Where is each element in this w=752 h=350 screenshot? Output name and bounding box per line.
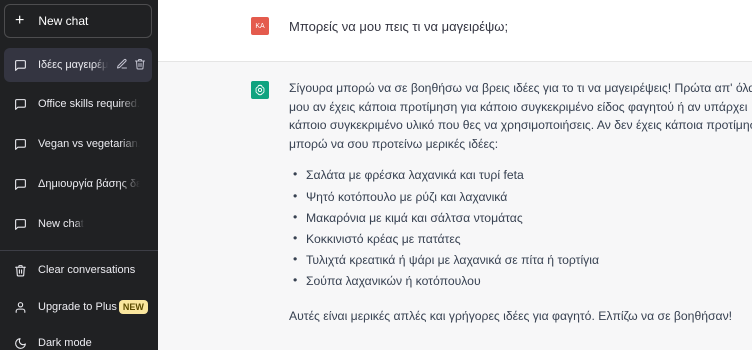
conversation-label: New chat <box>38 218 84 230</box>
conversation-item[interactable]: New chat <box>4 207 152 241</box>
clear-conversations-label: Clear conversations <box>38 264 136 276</box>
plus-icon: + <box>15 12 25 29</box>
moon-icon <box>14 336 28 350</box>
user-message: Μπορείς να μου πεις τι να μαγειρέψω; <box>289 19 509 34</box>
trash-icon[interactable] <box>134 58 146 70</box>
new-chat-button[interactable]: + New chat <box>4 4 152 38</box>
chat-bubble-icon <box>14 58 28 72</box>
assistant-paragraph-line: Σίγουρα μπορώ να σε βοηθήσω να βρεις ιδέ… <box>289 81 752 95</box>
new-chat-label: New chat <box>38 14 89 28</box>
assistant-message-row: Σίγουρα μπορώ να σε βοηθήσω να βρεις ιδέ… <box>158 62 752 350</box>
new-badge: NEW <box>118 300 148 314</box>
conversation-item-active[interactable]: Ιδέες μαγειρέμ <box>4 48 152 82</box>
upgrade-to-plus-button[interactable]: Upgrade to Plus NEW <box>4 292 152 322</box>
list-item: Σούπα λαχανικών ή κοτόπουλου <box>289 270 752 292</box>
conversation-label: Ιδέες μαγειρέμ <box>38 59 108 71</box>
chat-bubble-icon <box>14 177 28 191</box>
assistant-message: Σίγουρα μπορώ να σε βοηθήσω να βρεις ιδέ… <box>289 79 752 325</box>
chat-bubble-icon <box>14 97 28 111</box>
user-avatar: KA <box>251 17 269 35</box>
chat-bubble-icon <box>14 137 28 151</box>
idea-list: Σαλάτα με φρέσκα λαχανικά και τυρί feta … <box>289 164 752 292</box>
list-item: Τυλιχτά κρεατικά ή ψάρι με λαχανικά σε π… <box>289 249 752 271</box>
assistant-paragraph-line: μου αν έχεις κάποια προτίμηση για κάποιο… <box>289 99 748 114</box>
pencil-icon[interactable] <box>116 58 128 70</box>
sidebar: + New chat Ιδέες μαγειρέμ Office skills … <box>0 0 158 350</box>
dark-mode-label: Dark mode <box>38 337 92 349</box>
list-item: Κοκκινιστό κρέας με πατάτες <box>289 228 752 250</box>
conversation-label: Vegan vs vegetarian. <box>38 138 140 150</box>
chat-bubble-icon <box>14 217 28 231</box>
upgrade-label: Upgrade to Plus <box>38 301 117 313</box>
trash-icon <box>14 263 28 277</box>
clear-conversations-button[interactable]: Clear conversations <box>4 255 152 285</box>
assistant-closing: Αυτές είναι μερικές απλές και γρήγορες ι… <box>289 308 733 323</box>
conversation-item[interactable]: Vegan vs vegetarian. <box>4 127 152 161</box>
list-item: Μακαρόνια με κιμά και σάλτσα ντομάτας <box>289 207 752 229</box>
conversation-item[interactable]: Δημιουργία βάσης δε <box>4 167 152 201</box>
sidebar-divider <box>0 250 158 251</box>
conversation-label: Δημιουργία βάσης δε <box>38 178 140 190</box>
conversation-actions <box>116 58 146 70</box>
conversation-label: Office skills required. <box>38 98 140 110</box>
assistant-paragraph-line: κάποιο συγκεκριμένο υλικό που θες να χρη… <box>289 118 752 133</box>
openai-logo-icon <box>251 81 269 99</box>
list-item: Σαλάτα με φρέσκα λαχανικά και τυρί feta <box>289 164 752 186</box>
conversation-item[interactable]: Office skills required. <box>4 87 152 121</box>
user-icon <box>14 300 28 314</box>
chat-area: KA Μπορείς να μου πεις τι να μαγειρέψω; … <box>158 0 752 350</box>
assistant-paragraph-line: μπορώ να σου προτείνω μερικές ιδέες: <box>289 136 499 151</box>
list-item: Ψητό κοτόπουλο με ρύζι και λαχανικά <box>289 186 752 208</box>
user-message-row: KA Μπορείς να μου πεις τι να μαγειρέψω; <box>158 0 752 62</box>
dark-mode-button[interactable]: Dark mode <box>4 328 152 350</box>
